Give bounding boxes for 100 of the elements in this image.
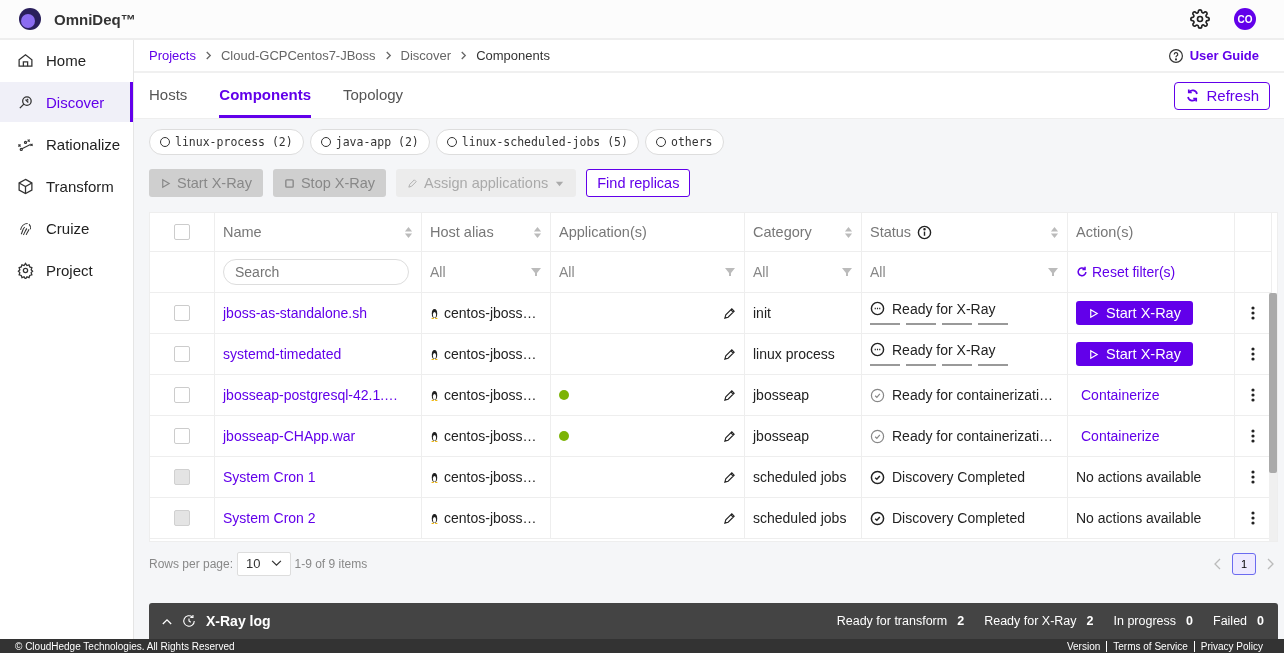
table-cell: init [753, 305, 771, 321]
sidebar-item[interactable]: Rationalize [0, 124, 133, 164]
check-circle-icon [870, 510, 885, 526]
row-checkbox[interactable] [174, 346, 190, 362]
row-checkbox[interactable] [174, 387, 190, 403]
column-header: Category [753, 224, 812, 240]
chevron-right-icon [204, 51, 212, 60]
toolbar-button[interactable]: Find replicas [586, 169, 691, 197]
pencil-icon [407, 177, 419, 189]
stat-count: 0 [1186, 614, 1193, 628]
settings-icon[interactable] [1190, 9, 1210, 29]
table-cell: centos-jboss… [444, 305, 537, 321]
more-icon[interactable] [1251, 306, 1255, 320]
page-button[interactable]: 1 [1232, 552, 1256, 575]
stat-count: 2 [957, 614, 965, 628]
breadcrumb-link[interactable]: Projects [149, 48, 196, 63]
penguin-icon [430, 470, 439, 484]
more-icon[interactable] [1251, 388, 1255, 402]
page-size-dropdown[interactable]: 10 [237, 551, 291, 576]
row-checkbox[interactable] [174, 305, 190, 321]
filter-chip[interactable]: others [644, 129, 724, 155]
column-header: Name [223, 224, 262, 240]
pencil-icon[interactable] [723, 306, 736, 320]
sidebar-item[interactable]: Cruize [0, 208, 133, 248]
row-checkbox[interactable] [174, 428, 190, 444]
check-circle-icon [870, 469, 885, 485]
table-cell: jbosseap [753, 387, 810, 403]
pencil-icon[interactable] [723, 388, 736, 402]
status-text: Discovery Completed [892, 469, 1026, 485]
penguin-icon [430, 306, 439, 320]
component-link[interactable]: jboss-as-standalone.sh [223, 305, 367, 321]
filter-chip[interactable]: linux-process (2) [149, 129, 304, 155]
scrollbar[interactable] [1269, 293, 1277, 542]
funnel-icon [841, 266, 853, 278]
stat-label: Ready for X-Ray [984, 614, 1077, 628]
stat-count: 2 [1086, 614, 1094, 628]
check-circle-icon [870, 428, 885, 444]
breadcrumb-link[interactable]: Discover [400, 48, 452, 63]
containerize-link[interactable]: Containerize [1076, 428, 1160, 444]
funnel-icon [724, 266, 736, 278]
penguin-icon [430, 429, 439, 443]
pencil-icon[interactable] [723, 470, 736, 484]
component-link[interactable]: jbosseap-CHApp.war [223, 428, 356, 444]
status-text: Ready for containerizati… [892, 387, 1054, 403]
ellipsis-circle-icon [870, 342, 885, 357]
sidebar-item[interactable]: Home [0, 40, 133, 80]
user-avatar[interactable]: CO [1234, 8, 1256, 30]
stat-label: Failed [1213, 614, 1248, 628]
user-guide-link[interactable]: User Guide [1167, 47, 1259, 64]
start-xray-button[interactable]: Start X-Ray [1076, 342, 1193, 366]
column-header: Action(s) [1076, 224, 1134, 240]
select-all-checkbox[interactable] [174, 224, 190, 240]
filter-dropdown[interactable]: All [551, 252, 745, 293]
sidebar-item[interactable]: Transform [0, 166, 133, 206]
more-icon[interactable] [1251, 347, 1255, 361]
play-icon [1088, 307, 1099, 319]
pencil-icon[interactable] [723, 347, 736, 361]
containerize-link[interactable]: Containerize [1076, 387, 1160, 403]
status-text: Ready for X-Ray [892, 341, 996, 358]
item-range: 1-9 of 9 items [294, 556, 368, 571]
reset-filters-link[interactable]: Reset filter(s) [1076, 264, 1176, 280]
breadcrumb-link[interactable]: Cloud-GCPCentos7-JBoss [220, 48, 376, 63]
more-icon[interactable] [1251, 470, 1255, 484]
footer-link[interactable]: Privacy Policy [1193, 640, 1269, 652]
more-icon[interactable] [1251, 511, 1255, 525]
table-cell: jbosseap [753, 428, 810, 444]
penguin-icon [430, 388, 439, 402]
filter-chip[interactable]: java-app (2) [309, 129, 430, 155]
info-icon [917, 224, 933, 240]
component-link[interactable]: jbosseap-postgresql-42.1.… [223, 387, 399, 403]
pencil-icon[interactable] [723, 429, 736, 443]
table-cell: No actions available [1076, 469, 1202, 485]
table-cell: linux process [753, 346, 835, 362]
column-header: Application(s) [559, 224, 647, 240]
breadcrumb-link[interactable]: Components [476, 48, 550, 63]
filter-dropdown[interactable]: All [862, 252, 1068, 293]
table-cell: centos-jboss… [444, 428, 537, 444]
search-field[interactable]: Search [223, 259, 409, 285]
chevron-up-icon[interactable] [162, 617, 172, 625]
footer-link[interactable]: Version [1060, 640, 1107, 652]
tab[interactable]: Topology [343, 73, 404, 118]
column-header: Status [870, 224, 912, 240]
filter-chip[interactable]: linux-scheduled-jobs (5) [435, 129, 639, 155]
start-xray-button[interactable]: Start X-Ray [1076, 301, 1193, 325]
chevron-right-icon [384, 51, 392, 60]
play-icon [160, 177, 171, 189]
footer-link[interactable]: Terms of Service [1106, 640, 1194, 652]
status-text: Ready for X-Ray [892, 300, 996, 317]
component-link[interactable]: systemd-timedated [223, 346, 342, 362]
more-icon[interactable] [1251, 429, 1255, 443]
filter-dropdown[interactable]: All [422, 252, 551, 293]
refresh-button[interactable]: Refresh [1174, 81, 1270, 110]
pencil-icon[interactable] [723, 511, 736, 525]
table-cell: centos-jboss… [444, 469, 537, 485]
ellipsis-circle-icon [870, 301, 885, 316]
filter-dropdown[interactable]: All [745, 252, 862, 293]
table-cell: centos-jboss… [444, 510, 537, 526]
tab[interactable]: Hosts [149, 73, 188, 118]
sidebar-item[interactable]: Discover [0, 82, 133, 122]
sidebar-item[interactable]: Project [0, 250, 133, 290]
